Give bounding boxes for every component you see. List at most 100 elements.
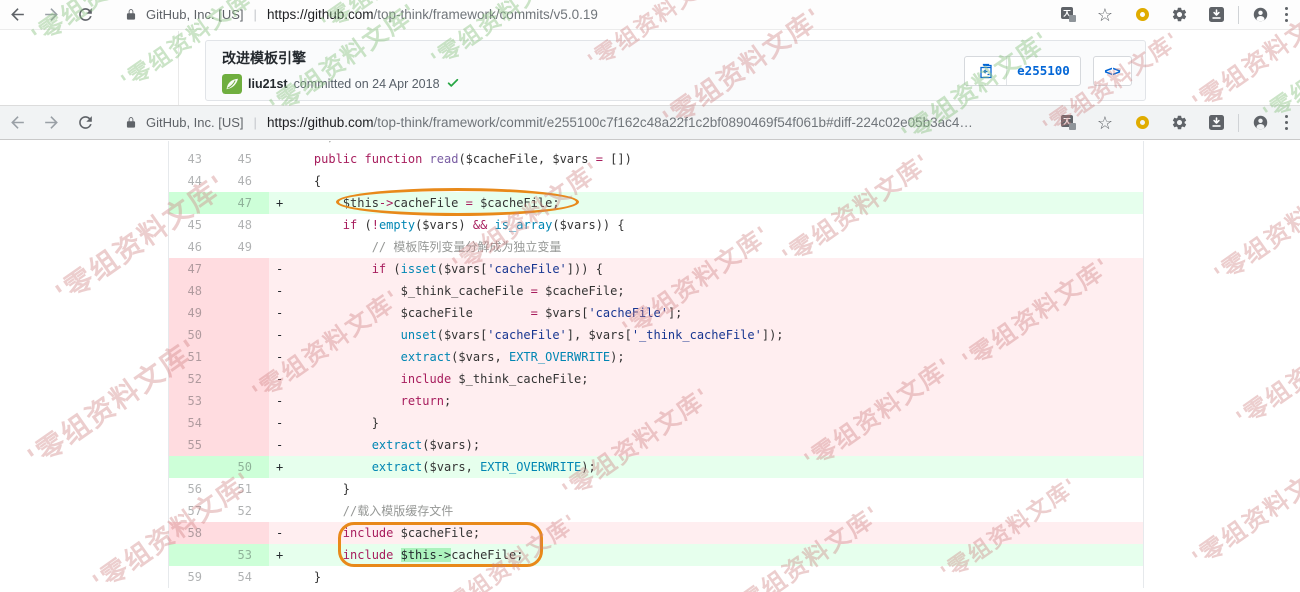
new-line-number[interactable]: 50 [219,456,269,478]
avatar-icon [1252,6,1269,23]
new-line-number[interactable]: 52 [219,500,269,522]
new-line-number[interactable] [219,324,269,346]
ev-cert-name-2[interactable]: GitHub, Inc. [US] [146,115,244,130]
browser-menu-button[interactable] [1279,7,1300,23]
forward-button[interactable] [34,0,68,29]
address-bar-2[interactable]: https://github.com/top-think/framework/c… [267,115,1042,130]
forward-button-2[interactable] [34,106,68,139]
new-line-number[interactable] [219,412,269,434]
new-line-number[interactable]: 54 [219,566,269,588]
old-line-number[interactable]: 52 [169,368,219,390]
code-token: is_array [495,218,553,232]
bookmark-star-button-2[interactable]: ☆ [1087,109,1124,137]
old-line-number[interactable]: 50 [169,324,219,346]
diff-row: 58- include $cacheFile; [169,522,1143,544]
old-line-number[interactable]: 43 [169,148,219,170]
code-line: + extract($vars, EXTR_OVERWRITE); [269,456,1143,478]
old-line-number[interactable]: 59 [169,566,219,588]
extension-gear-button-2[interactable] [1161,109,1198,137]
old-line-number[interactable]: 44 [169,170,219,192]
watermark-text: '零组资料文库' [1228,305,1300,434]
old-line-number[interactable]: 55 [169,434,219,456]
address-bar[interactable]: https://github.com/top-think/framework/c… [267,7,1042,22]
extension-yellow-button[interactable] [1124,1,1161,29]
old-line-number[interactable] [169,192,219,214]
new-line-number[interactable] [219,280,269,302]
new-line-number[interactable] [219,141,269,148]
profile-button-2[interactable] [1242,109,1279,137]
new-line-number[interactable]: 53 [219,544,269,566]
new-line-number[interactable]: 47 [219,192,269,214]
new-line-number[interactable]: 51 [219,478,269,500]
copy-sha-button[interactable] [965,57,1007,85]
new-line-number[interactable] [219,258,269,280]
old-line-number[interactable]: 56 [169,478,219,500]
extension-gear-button[interactable] [1161,1,1198,29]
new-line-number[interactable]: 48 [219,214,269,236]
reload-icon [76,5,95,24]
reload-button-2[interactable] [68,106,102,139]
thinkphp-logo-icon [222,74,242,94]
code-token: $this-> [401,548,452,562]
diff-marker: - [269,302,285,324]
old-line-number[interactable]: 58 [169,522,219,544]
bookmark-star-button[interactable]: ☆ [1087,1,1124,29]
diff-row: 51- extract($vars, EXTR_OVERWRITE); [169,346,1143,368]
ev-cert-name[interactable]: GitHub, Inc. [US] [146,7,244,22]
code-token: ); [581,460,595,474]
diff-row: */ [169,141,1143,148]
code-token: include [343,548,394,562]
author-login[interactable]: liu21st [248,77,288,91]
new-line-number[interactable] [219,390,269,412]
diff-row: 4345 public function read($cacheFile, $v… [169,148,1143,170]
old-line-number[interactable]: 57 [169,500,219,522]
old-line-number[interactable]: 49 [169,302,219,324]
old-line-number[interactable]: 46 [169,236,219,258]
code-token: ]); [762,328,784,342]
commit-sha-button[interactable]: e255100 [1007,57,1080,85]
url-scheme: https:// [267,115,308,130]
translate-extension-button-2[interactable] [1050,109,1087,137]
profile-button[interactable] [1242,1,1279,29]
extension-yellow-button-2[interactable] [1124,109,1161,137]
new-line-number[interactable] [219,302,269,324]
old-line-number[interactable]: 51 [169,346,219,368]
new-line-number[interactable] [219,522,269,544]
code-token: } [285,482,350,496]
old-line-number[interactable]: 53 [169,390,219,412]
new-line-number[interactable]: 49 [219,236,269,258]
code-token: ( [357,218,371,232]
old-line-number[interactable] [169,141,219,148]
old-line-number[interactable]: 45 [169,214,219,236]
translate-extension-button[interactable] [1050,1,1087,29]
new-line-number[interactable] [219,346,269,368]
new-line-number[interactable] [219,434,269,456]
old-line-number[interactable]: 54 [169,412,219,434]
browser-menu-button-2[interactable] [1279,115,1300,131]
old-line-number[interactable] [169,456,219,478]
verified-check[interactable] [446,76,460,91]
commit-meta: liu21st committed on 24 Apr 2018 [222,74,964,94]
author-avatar[interactable] [222,74,242,94]
reload-button[interactable] [68,0,102,29]
old-line-number[interactable]: 47 [169,258,219,280]
ssl-lock-icon[interactable] [124,8,138,22]
new-line-number[interactable] [219,368,269,390]
new-line-number[interactable]: 45 [219,148,269,170]
code-token: extract [401,350,452,364]
extension-download-button[interactable] [1198,1,1235,29]
old-line-number[interactable] [169,544,219,566]
watermark-text: '零组资料文库' [1206,161,1300,290]
code-token: ( [386,262,400,276]
new-line-number[interactable]: 46 [219,170,269,192]
diff-row: 53+ include $this->cacheFile; [169,544,1143,566]
extension-download-button-2[interactable] [1198,109,1235,137]
forward-arrow-icon [42,5,61,24]
back-button[interactable] [0,0,34,29]
browse-code-button[interactable]: <> [1093,56,1132,86]
diff-marker: - [269,280,285,302]
old-line-number[interactable]: 48 [169,280,219,302]
back-button-2[interactable] [0,106,34,139]
code-line: - if (isset($vars['cacheFile'])) { [269,258,1143,280]
ssl-lock-2[interactable] [124,116,138,130]
